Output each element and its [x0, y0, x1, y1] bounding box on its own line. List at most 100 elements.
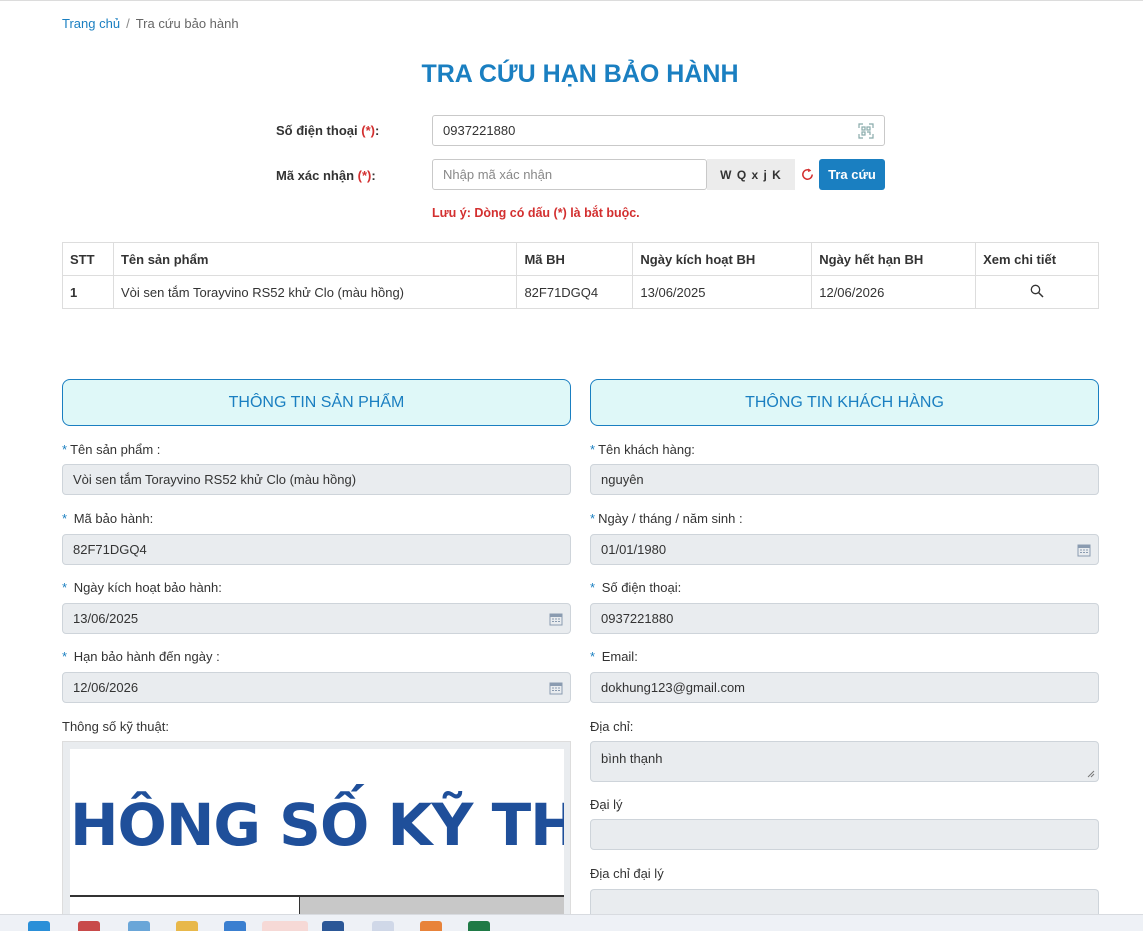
phone-label: Số điện thoại (*): [276, 123, 379, 138]
required-star: * [590, 649, 596, 664]
product-name-label-text: Tên sản phẩm : [70, 442, 161, 457]
expiry-date-label-text: Hạn bảo hành đến ngày : [73, 649, 220, 664]
address-label: Địa chỉ: [590, 719, 634, 734]
view-detail-search-icon[interactable] [1030, 284, 1044, 298]
col-header-activated: Ngày kích hoạt BH [632, 242, 813, 276]
required-star: * [62, 580, 68, 595]
warranty-code-field[interactable]: 82F71DGQ4 [62, 534, 571, 565]
col-header-stt: STT [62, 242, 114, 276]
phone-input[interactable]: 0937221880 [432, 115, 885, 146]
customer-name-label-text: Tên khách hàng: [598, 442, 695, 457]
taskbar-app-icon[interactable] [420, 921, 442, 931]
product-info-heading: THÔNG TIN SẢN PHẨM [62, 379, 571, 426]
required-star: * [590, 511, 596, 526]
address-value: bình thạnh [601, 751, 663, 766]
cell-code: 82F71DGQ4 [516, 275, 634, 309]
product-name-field[interactable]: Vòi sen tắm Torayvino RS52 khử Clo (màu … [62, 464, 571, 495]
warranty-code-label: * Mã bảo hành: [62, 511, 153, 526]
required-star: * [590, 442, 596, 457]
phone-input-value: 0937221880 [443, 123, 516, 138]
calendar-icon[interactable] [1077, 543, 1091, 557]
dob-field[interactable]: 01/01/1980 [590, 534, 1099, 565]
required-mark: (*) [361, 123, 375, 138]
dealer-address-field[interactable] [590, 889, 1099, 914]
captcha-image: W Q x j K [707, 159, 795, 190]
dealer-field[interactable] [590, 819, 1099, 850]
cell-product: Vòi sen tắm Torayvino RS52 khử Clo (màu … [112, 275, 518, 309]
col-header-product: Tên sản phẩm [112, 242, 518, 276]
taskbar-app-icon[interactable] [224, 921, 246, 931]
taskbar-word-icon[interactable] [322, 921, 344, 931]
specs-label: Thông số kỹ thuật: [62, 719, 169, 734]
activation-date-value: 13/06/2025 [73, 611, 139, 626]
col-header-expires: Ngày hết hạn BH [811, 242, 977, 276]
dob-label: * Ngày / tháng / năm sinh : [590, 511, 743, 526]
specs-image-title: HÔNG SỐ KỸ THUẬT [70, 791, 564, 859]
table-row[interactable]: 1 Vòi sen tắm Torayvino RS52 khử Clo (mà… [62, 275, 1099, 309]
label-colon: : [374, 123, 380, 138]
dob-value: 01/01/1980 [601, 542, 667, 557]
page-title: TRA CỨU HẠN BẢO HÀNH [421, 60, 739, 88]
activation-date-field[interactable]: 13/06/2025 [62, 603, 571, 634]
os-taskbar [0, 914, 1143, 931]
customer-phone-label-text: Số điện thoại: [601, 580, 682, 595]
search-button[interactable]: Tra cứu [819, 159, 885, 190]
cell-stt: 1 [62, 275, 114, 309]
expiry-date-field[interactable]: 12/06/2026 [62, 672, 571, 703]
col-header-detail: Xem chi tiết [975, 242, 1099, 276]
expiry-date-label: * Hạn bảo hành đến ngày : [62, 649, 220, 664]
required-star: * [62, 511, 68, 526]
dealer-address-label: Địa chỉ đại lý [590, 866, 664, 881]
breadcrumb-separator: / [126, 16, 130, 31]
calendar-icon[interactable] [549, 681, 563, 695]
warranty-code-label-text: Mã bảo hành: [73, 511, 154, 526]
taskbar-folder-icon[interactable] [176, 921, 198, 931]
required-star: * [62, 442, 68, 457]
taskbar-app-icon[interactable] [128, 921, 150, 931]
phone-label-text: Số điện thoại [276, 123, 358, 138]
taskbar-app-icon[interactable] [28, 921, 50, 931]
cell-expires: 12/06/2026 [811, 275, 977, 309]
activation-date-label: * Ngày kích hoạt bảo hành: [62, 580, 222, 595]
code-label: Mã xác nhận (*): [276, 168, 376, 183]
taskbar-chrome-icon[interactable] [262, 921, 308, 931]
specs-image: HÔNG SỐ KỸ THUẬT [70, 749, 564, 916]
email-field[interactable]: dokhung123@gmail.com [590, 672, 1099, 703]
label-colon: : [371, 168, 376, 183]
email-label: * Email: [590, 649, 638, 664]
required-mark: (*) [357, 168, 372, 183]
product-name-label: * Tên sản phẩm : [62, 442, 160, 457]
customer-name-field[interactable]: nguyên [590, 464, 1099, 495]
email-label-text: Email: [601, 649, 638, 664]
code-label-text: Mã xác nhận [276, 168, 355, 183]
dealer-label: Đại lý [590, 797, 623, 812]
cell-activated: 13/06/2025 [632, 275, 813, 309]
taskbar-app-icon[interactable] [78, 921, 100, 931]
breadcrumb-current: Tra cứu bảo hành [135, 16, 239, 31]
required-star: * [590, 580, 596, 595]
taskbar-app-icon[interactable] [372, 921, 394, 931]
results-table: STT Tên sản phẩm Mã BH Ngày kích hoạt BH… [62, 242, 1099, 309]
refresh-icon[interactable] [800, 167, 815, 182]
address-textarea[interactable]: bình thạnh [590, 741, 1099, 782]
taskbar-excel-icon[interactable] [468, 921, 490, 931]
breadcrumb: Trang chủ / Tra cứu bảo hành [62, 16, 239, 31]
calendar-icon[interactable] [549, 612, 563, 626]
breadcrumb-home-link[interactable]: Trang chủ [62, 16, 120, 31]
customer-info-heading: THÔNG TIN KHÁCH HÀNG [590, 379, 1099, 426]
cell-detail[interactable] [975, 275, 1099, 309]
customer-name-label: * Tên khách hàng: [590, 442, 695, 457]
top-border [0, 0, 1143, 1]
customer-phone-field[interactable]: 0937221880 [590, 603, 1099, 634]
resize-grip-icon[interactable] [1087, 770, 1095, 778]
table-header-row: STT Tên sản phẩm Mã BH Ngày kích hoạt BH… [62, 242, 1099, 276]
required-note: Lưu ý: Dòng có dấu (*) là bắt buộc. [432, 206, 640, 220]
dob-label-text: Ngày / tháng / năm sinh : [598, 511, 743, 526]
specs-image-frame: HÔNG SỐ KỸ THUẬT [62, 741, 571, 916]
customer-phone-label: * Số điện thoại: [590, 580, 681, 595]
required-star: * [62, 649, 68, 664]
code-input[interactable]: Nhập mã xác nhận [432, 159, 707, 190]
activation-date-label-text: Ngày kích hoạt bảo hành: [73, 580, 222, 595]
qr-scan-icon[interactable] [858, 123, 874, 139]
expiry-date-value: 12/06/2026 [73, 680, 139, 695]
